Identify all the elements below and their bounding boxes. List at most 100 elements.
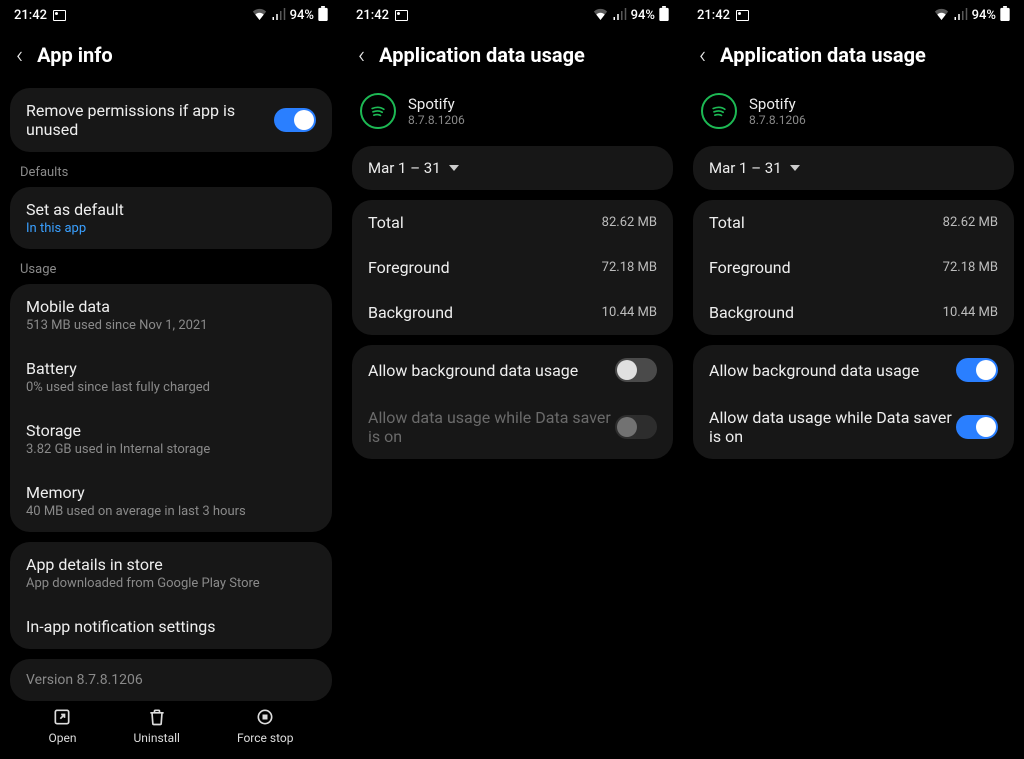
memory-row[interactable]: Memory 40 MB used on average in last 3 h… (10, 470, 332, 532)
battery-pct: 94% (631, 8, 655, 23)
allow-background-label: Allow background data usage (368, 361, 578, 380)
force-stop-button[interactable]: Force stop (237, 707, 294, 745)
status-bar: 21:42 94% (683, 0, 1024, 29)
total-value: 82.62 MB (602, 215, 657, 230)
date-range-selector[interactable]: Mar 1 – 31 (693, 146, 1014, 190)
storage-sub: 3.82 GB used in Internal storage (26, 442, 210, 457)
wifi-icon (593, 8, 608, 24)
remove-permissions-label: Remove permissions if app is unused (26, 101, 274, 139)
wifi-icon (252, 8, 267, 24)
foreground-row: Foreground 72.18 MB (693, 245, 1014, 290)
back-icon[interactable]: ‹ (16, 43, 23, 67)
background-label: Background (709, 303, 794, 322)
mobile-data-sub: 513 MB used since Nov 1, 2021 (26, 318, 208, 333)
page-header: ‹ Application data usage (342, 29, 683, 85)
dropdown-icon (790, 165, 800, 171)
back-icon[interactable]: ‹ (699, 43, 706, 67)
allow-saver-toggle (615, 415, 657, 439)
battery-sub: 0% used since last fully charged (26, 380, 210, 395)
foreground-value: 72.18 MB (943, 260, 998, 275)
status-time: 21:42 (356, 8, 389, 23)
signal-icon (271, 8, 286, 24)
total-value: 82.62 MB (943, 215, 998, 230)
app-version: 8.7.8.1206 (749, 113, 806, 127)
uninstall-button[interactable]: Uninstall (134, 707, 180, 745)
force-stop-label: Force stop (237, 731, 294, 745)
spotify-icon (701, 93, 737, 129)
version-row: Version 8.7.8.1206 (10, 659, 332, 701)
storage-label: Storage (26, 421, 81, 440)
battery-icon (318, 6, 328, 25)
dropdown-icon (449, 165, 459, 171)
page-header: ‹ App info (0, 29, 342, 85)
status-time: 21:42 (697, 8, 730, 23)
allow-background-toggle[interactable] (615, 358, 657, 382)
total-row: Total 82.62 MB (352, 200, 673, 245)
page-title: Application data usage (379, 43, 585, 67)
app-header: Spotify 8.7.8.1206 (342, 85, 683, 143)
battery-row[interactable]: Battery 0% used since last fully charged (10, 346, 332, 408)
open-button[interactable]: Open (49, 707, 77, 745)
status-bar: 21:42 94% (342, 0, 683, 29)
picture-icon (736, 10, 749, 21)
foreground-label: Foreground (368, 258, 450, 277)
mobile-data-row[interactable]: Mobile data 513 MB used since Nov 1, 202… (10, 284, 332, 346)
set-default-row[interactable]: Set as default In this app (10, 187, 332, 249)
date-range-label: Mar 1 – 31 (368, 159, 441, 177)
wifi-icon (934, 8, 949, 24)
remove-permissions-row[interactable]: Remove permissions if app is unused (10, 88, 332, 152)
foreground-label: Foreground (709, 258, 791, 277)
bottom-actions: Open Uninstall Force stop (0, 699, 342, 753)
status-bar: 21:42 94% (0, 0, 342, 29)
page-title: Application data usage (720, 43, 926, 67)
allow-background-row[interactable]: Allow background data usage (352, 345, 673, 395)
allow-background-label: Allow background data usage (709, 361, 919, 380)
allow-saver-toggle[interactable] (956, 415, 998, 439)
background-label: Background (368, 303, 453, 322)
usage-section-label: Usage (0, 252, 342, 281)
allow-background-toggle[interactable] (956, 358, 998, 382)
set-default-sub: In this app (26, 221, 86, 236)
picture-icon (53, 10, 66, 21)
date-range-label: Mar 1 – 31 (709, 159, 782, 177)
background-value: 10.44 MB (602, 305, 657, 320)
background-value: 10.44 MB (943, 305, 998, 320)
app-name: Spotify (408, 95, 465, 113)
battery-pct: 94% (290, 8, 314, 23)
mobile-data-label: Mobile data (26, 297, 110, 316)
signal-icon (953, 8, 968, 24)
signal-icon (612, 8, 627, 24)
allow-saver-label: Allow data usage while Data saver is on (709, 408, 956, 446)
version-label: Version 8.7.8.1206 (26, 672, 143, 688)
battery-pct: 94% (972, 8, 996, 23)
memory-sub: 40 MB used on average in last 3 hours (26, 504, 246, 519)
page-header: ‹ Application data usage (683, 29, 1024, 85)
background-row: Background 10.44 MB (693, 290, 1014, 335)
allow-saver-row: Allow data usage while Data saver is on (352, 395, 673, 459)
battery-icon (659, 6, 669, 25)
total-row: Total 82.62 MB (693, 200, 1014, 245)
back-icon[interactable]: ‹ (358, 43, 365, 67)
allow-saver-row[interactable]: Allow data usage while Data saver is on (693, 395, 1014, 459)
allow-background-row[interactable]: Allow background data usage (693, 345, 1014, 395)
inapp-notif-row[interactable]: In-app notification settings (10, 604, 332, 649)
remove-permissions-toggle[interactable] (274, 108, 316, 132)
battery-label: Battery (26, 359, 77, 378)
set-default-label: Set as default (26, 200, 124, 219)
page-title: App info (37, 43, 113, 67)
status-time: 21:42 (14, 8, 47, 23)
inapp-notif-label: In-app notification settings (26, 617, 216, 636)
open-label: Open (49, 731, 77, 745)
date-range-selector[interactable]: Mar 1 – 31 (352, 146, 673, 190)
app-version: 8.7.8.1206 (408, 113, 465, 127)
allow-saver-label: Allow data usage while Data saver is on (368, 408, 615, 446)
spotify-icon (360, 93, 396, 129)
background-row: Background 10.44 MB (352, 290, 673, 335)
app-details-row[interactable]: App details in store App downloaded from… (10, 542, 332, 604)
storage-row[interactable]: Storage 3.82 GB used in Internal storage (10, 408, 332, 470)
picture-icon (395, 10, 408, 21)
foreground-value: 72.18 MB (602, 260, 657, 275)
uninstall-label: Uninstall (134, 731, 180, 745)
app-name: Spotify (749, 95, 806, 113)
app-header: Spotify 8.7.8.1206 (683, 85, 1024, 143)
